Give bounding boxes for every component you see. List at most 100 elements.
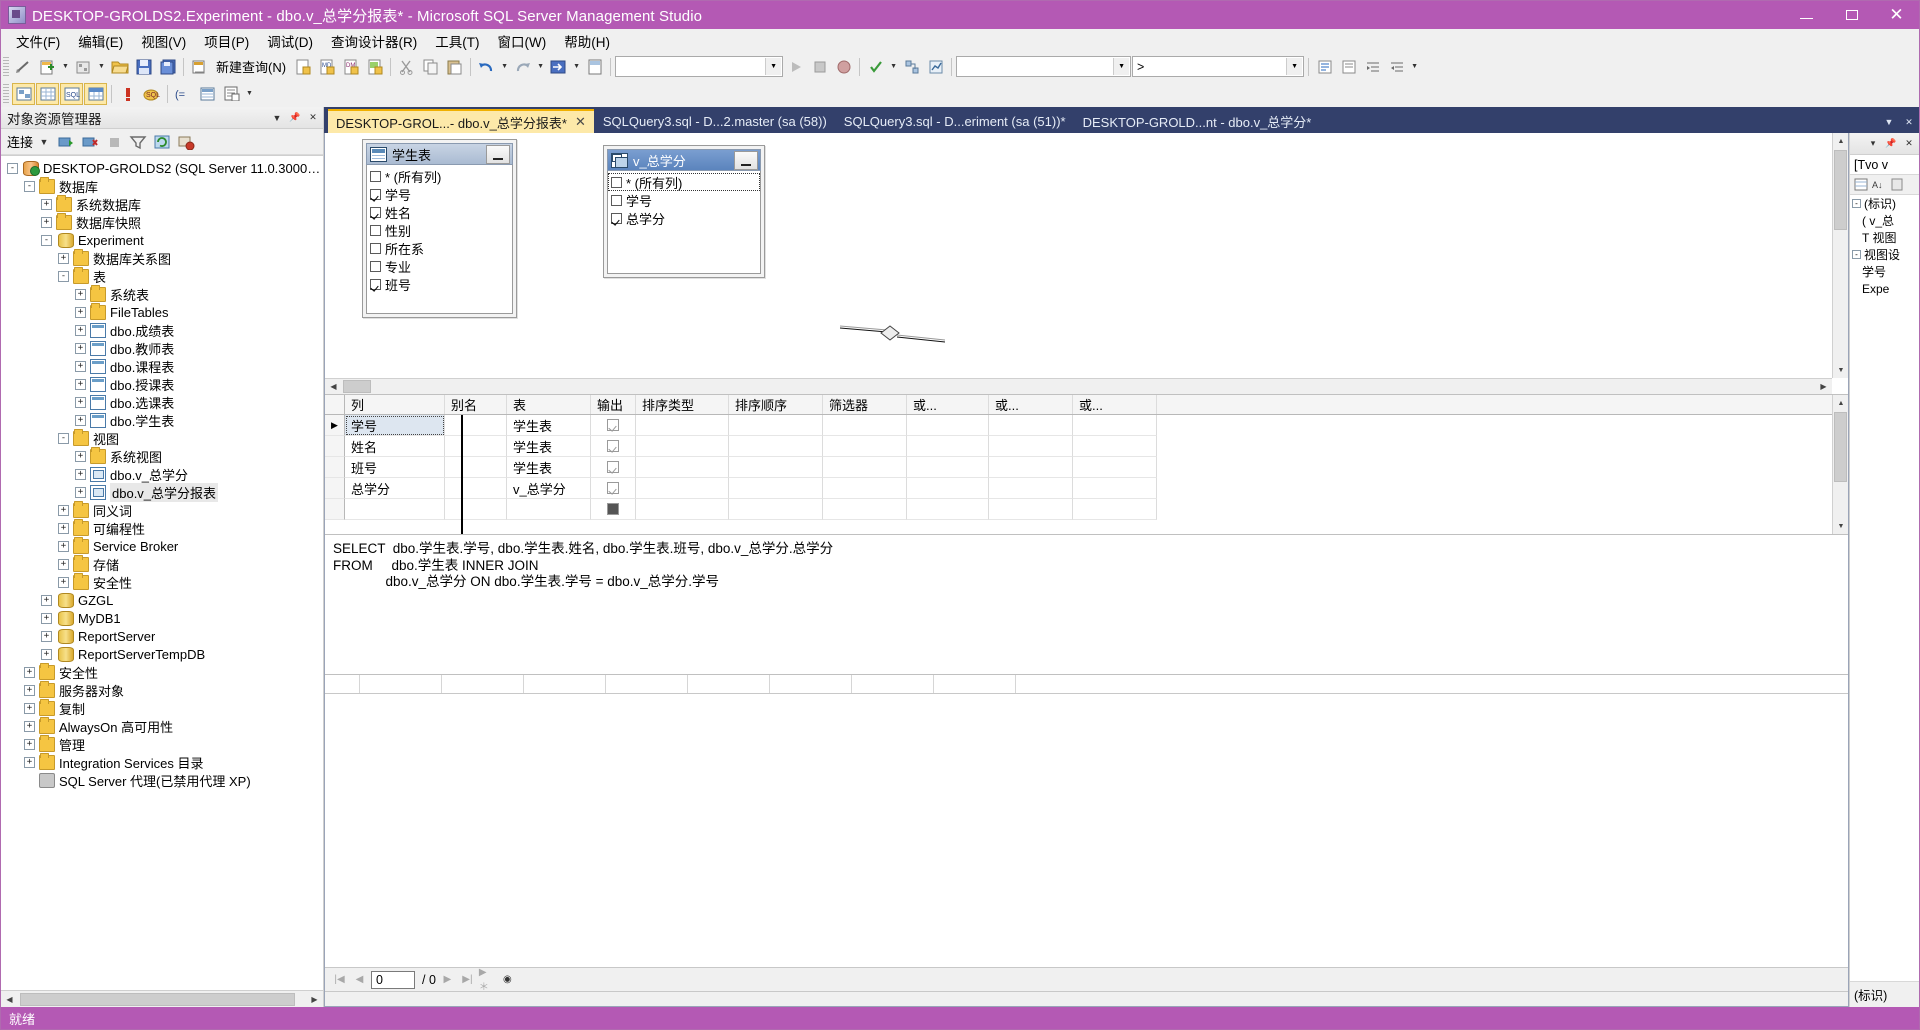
- criteria-cell-filter[interactable]: [823, 478, 907, 499]
- output-checkbox[interactable]: [607, 461, 619, 473]
- criteria-cell-sort_order[interactable]: [729, 499, 823, 520]
- redo-icon[interactable]: [511, 56, 534, 78]
- paste-icon[interactable]: [443, 56, 466, 78]
- criteria-cell-or2[interactable]: [989, 457, 1073, 478]
- tree-item[interactable]: + 复制: [1, 698, 323, 717]
- expand-icon[interactable]: +: [75, 486, 86, 498]
- parse-caret-icon[interactable]: ▼: [888, 56, 899, 78]
- tree-item[interactable]: - Experiment: [1, 231, 323, 249]
- show-criteria-pane-icon[interactable]: [36, 82, 59, 105]
- expand-icon[interactable]: +: [41, 630, 52, 642]
- add-new-derived-table-icon[interactable]: [220, 83, 243, 105]
- criteria-cell-or2[interactable]: [989, 415, 1073, 436]
- checkbox-xuehao[interactable]: [370, 188, 381, 200]
- chevron-down-icon-2[interactable]: ▼: [1113, 58, 1130, 75]
- tree-item[interactable]: + dbo.授课表: [1, 375, 323, 393]
- collapse-icon[interactable]: -: [41, 234, 52, 246]
- collapse-icon[interactable]: -: [7, 162, 18, 174]
- expand-icon[interactable]: +: [41, 198, 52, 210]
- results-cell[interactable]: [442, 675, 524, 693]
- results-pane[interactable]: |◀ ◀ 0 / 0 ▶ ▶| ▶＊ ◉: [325, 675, 1848, 1006]
- hscroll-track[interactable]: [18, 991, 306, 1007]
- tree-item[interactable]: -表: [1, 266, 323, 285]
- cancel-execution-icon[interactable]: [175, 131, 196, 152]
- new-query-icon[interactable]: [188, 56, 211, 78]
- outdent-icon[interactable]: [1385, 56, 1408, 78]
- criteria-cell-or2[interactable]: [989, 499, 1073, 520]
- undo-icon[interactable]: [475, 56, 498, 78]
- row-selector[interactable]: [325, 457, 345, 478]
- criteria-cell-sort_order[interactable]: [729, 415, 823, 436]
- new-analysis-query-icon[interactable]: MD: [315, 56, 338, 78]
- column-row[interactable]: 姓名: [367, 203, 512, 221]
- chevron-down-icon-oe[interactable]: ▼: [269, 110, 285, 126]
- verify-sql-icon[interactable]: SQL: [140, 83, 163, 105]
- display-plan-icon[interactable]: [900, 56, 923, 78]
- menu-help[interactable]: 帮助(H): [555, 28, 619, 54]
- criteria-column-header[interactable]: 或...: [907, 395, 989, 414]
- criteria-cell-filter[interactable]: [823, 436, 907, 457]
- show-results-pane-icon[interactable]: [84, 82, 107, 105]
- new-project-icon[interactable]: [36, 56, 59, 78]
- new-record-icon[interactable]: ▶＊: [479, 967, 496, 993]
- expand-icon[interactable]: +: [75, 306, 86, 318]
- diagram-vscrollbar[interactable]: ▲ ▼: [1832, 133, 1848, 378]
- tree-item[interactable]: + 数据库关系图: [1, 248, 323, 267]
- column-row[interactable]: * (所有列): [608, 173, 760, 191]
- new-query-current-connection-icon[interactable]: [291, 56, 314, 78]
- new-xmla-query-icon[interactable]: [363, 56, 386, 78]
- scroll-right-icon[interactable]: ▶: [306, 991, 323, 1007]
- property-category[interactable]: - 视图设: [1850, 246, 1919, 263]
- expand-icon[interactable]: +: [75, 342, 86, 354]
- diagram-pane[interactable]: 学生表 * (所有列) 学号 姓名 性别 所在系 专业 班号 v_总学分 * (…: [325, 133, 1848, 395]
- chevron-down-icon-props[interactable]: ▾: [1865, 136, 1881, 152]
- row-selector[interactable]: ▶: [325, 415, 345, 436]
- property-row[interactable]: ( v_总: [1850, 212, 1919, 229]
- checkbox-view-xuehao[interactable]: [611, 194, 622, 206]
- criteria-cell-or3[interactable]: [1073, 457, 1157, 478]
- criteria-cell-column[interactable]: 班号: [345, 457, 445, 478]
- previous-record-icon[interactable]: ◀: [351, 971, 368, 989]
- tree-item[interactable]: + dbo.v_总学分报表: [1, 482, 323, 502]
- criteria-cell-alias[interactable]: [445, 415, 507, 436]
- tab-view-designer[interactable]: DESKTOP-GROL...- dbo.v_总学分报表* ✕: [328, 109, 594, 133]
- criteria-column-header[interactable]: 输出: [591, 395, 636, 414]
- checkbox-banhao[interactable]: [370, 278, 381, 290]
- minimize-button[interactable]: [1784, 1, 1829, 29]
- criteria-cell-sort_type[interactable]: [636, 436, 729, 457]
- close-button[interactable]: ✕: [1874, 1, 1919, 29]
- diagram-table-student[interactable]: 学生表 * (所有列) 学号 姓名 性别 所在系 专业 班号: [362, 139, 517, 318]
- expand-icon[interactable]: +: [75, 288, 86, 300]
- diagram-vscroll-thumb[interactable]: [1834, 150, 1847, 230]
- property-row[interactable]: Expe: [1850, 280, 1919, 297]
- redo-caret-icon[interactable]: ▼: [535, 56, 546, 78]
- comment-icon[interactable]: [1313, 56, 1336, 78]
- criteria-cell-or1[interactable]: [907, 457, 989, 478]
- column-row[interactable]: 班号: [367, 275, 512, 293]
- criteria-cell-or1[interactable]: [907, 478, 989, 499]
- criteria-cell-table[interactable]: 学生表: [507, 436, 591, 457]
- open-file-icon[interactable]: [108, 56, 131, 78]
- criteria-vscroll-thumb[interactable]: [1834, 412, 1847, 482]
- scroll-up-icon[interactable]: ▲: [1833, 133, 1848, 149]
- collapse-icon[interactable]: -: [24, 180, 35, 192]
- tree-item[interactable]: + 系统表: [1, 284, 323, 303]
- scroll-left-icon-diagram[interactable]: ◀: [325, 379, 342, 394]
- property-category[interactable]: - (标识): [1850, 195, 1919, 212]
- menu-query-designer[interactable]: 查询设计器(R): [322, 28, 426, 54]
- criteria-column-header[interactable]: 排序类型: [636, 395, 729, 414]
- row-selector[interactable]: [325, 478, 345, 499]
- first-record-icon[interactable]: |◀: [331, 971, 348, 989]
- output-checkbox[interactable]: [607, 482, 619, 494]
- column-row[interactable]: 学号: [608, 191, 760, 209]
- show-pane-icon[interactable]: [583, 56, 606, 78]
- checkbox-zhuanye[interactable]: [370, 260, 381, 272]
- save-all-icon[interactable]: [156, 56, 179, 78]
- parse-icon[interactable]: [864, 56, 887, 78]
- expand-icon[interactable]: +: [24, 684, 35, 696]
- results-cell[interactable]: [688, 675, 770, 693]
- column-row[interactable]: 专业: [367, 257, 512, 275]
- expand-icon[interactable]: +: [24, 720, 35, 732]
- tree-item[interactable]: + 管理: [1, 734, 323, 753]
- tree-item[interactable]: + AlwaysOn 高可用性: [1, 716, 323, 735]
